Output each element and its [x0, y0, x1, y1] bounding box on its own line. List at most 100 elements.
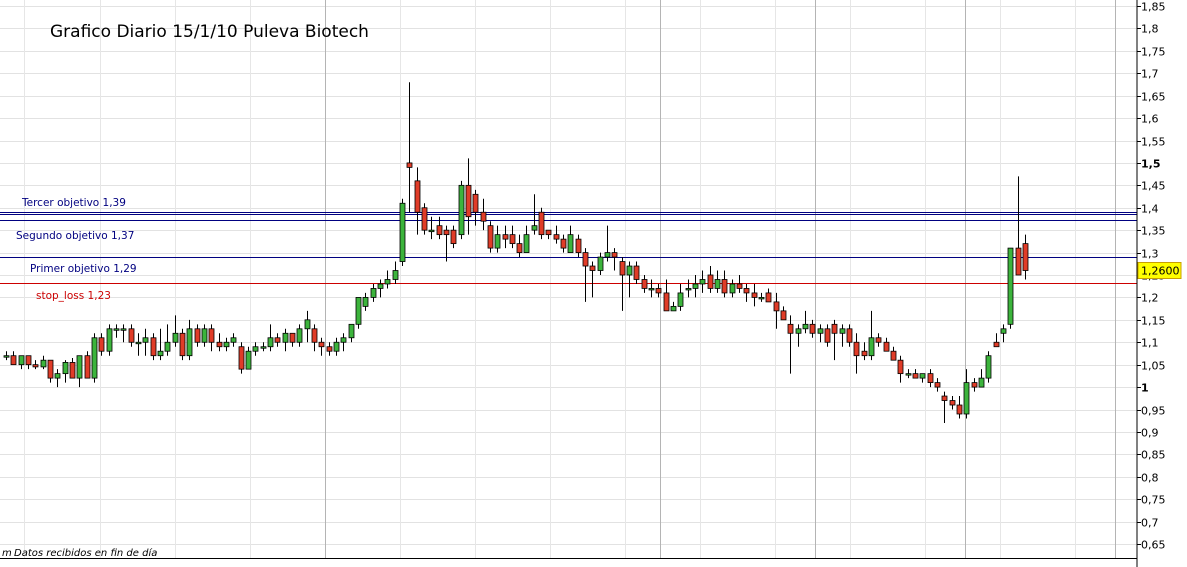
candle	[1007, 247, 1014, 329]
candle	[106, 324, 113, 356]
candle-body-up	[458, 184, 465, 236]
candle-body-down	[956, 404, 963, 415]
candle-body-down	[10, 355, 17, 366]
candle-body-up	[223, 341, 230, 348]
candle-body-up	[919, 373, 926, 379]
candle-body-down	[472, 193, 479, 213]
candle	[985, 351, 992, 383]
y-tick-label: 1,55	[1141, 136, 1166, 149]
candle-body-down	[84, 355, 91, 379]
candle-body-up	[348, 323, 355, 339]
candle-body-down	[465, 184, 472, 218]
last-price-label: 1,2600	[1141, 265, 1180, 278]
candle-body-down	[927, 373, 934, 383]
candle-body-down	[751, 292, 758, 298]
candle-body-down	[993, 341, 1000, 348]
candle-body-down	[641, 279, 648, 289]
candle-body-up	[201, 328, 208, 343]
candle-body-down	[238, 346, 245, 370]
candle-body-up	[1000, 328, 1007, 334]
candle-body-down	[318, 341, 325, 348]
candle	[355, 297, 362, 329]
candle-body-down	[179, 332, 186, 357]
candle-body-up	[985, 355, 992, 379]
candle-body-down	[414, 180, 421, 213]
candle-body-down	[809, 323, 816, 334]
candle-body-down	[934, 382, 941, 388]
candle-body-up	[120, 328, 127, 331]
candle-body-up	[604, 252, 611, 258]
candle-body-up	[76, 355, 83, 379]
candle-body-down	[883, 341, 890, 352]
candle-body-up	[567, 234, 574, 253]
candle-body-up	[677, 292, 684, 307]
candle-body-down	[502, 234, 509, 240]
candle-body-down	[663, 292, 670, 312]
candle-body-up	[18, 355, 25, 366]
y-tick-label: 1,4	[1141, 203, 1159, 216]
candle-body-down	[421, 207, 428, 231]
candle-body-down	[941, 395, 948, 401]
level-label: Tercer objetivo 1,39	[21, 197, 126, 209]
candle-body-down	[274, 337, 281, 343]
candle-body-up	[839, 328, 846, 334]
y-tick-label: 0,75	[1141, 494, 1166, 507]
candle-body-down	[436, 225, 443, 236]
candle-body-up	[91, 337, 98, 379]
candle-body-down	[787, 323, 794, 334]
y-tick-label: 1,6	[1141, 113, 1159, 126]
candle-body-up	[978, 377, 985, 388]
candle-body-down	[516, 243, 523, 253]
candle-body-up	[758, 297, 765, 300]
y-tick-label: 1,3	[1141, 248, 1159, 261]
candle-body-down	[553, 234, 560, 240]
candle-body-up	[54, 373, 61, 379]
y-tick-label: 1,2	[1141, 292, 1159, 305]
y-tick-label: 1,15	[1141, 315, 1166, 328]
y-tick-label: 1,7	[1141, 68, 1159, 81]
candle	[179, 328, 186, 361]
y-tick-label: 1	[1141, 382, 1149, 395]
candle-body-up	[670, 305, 677, 312]
candlestick-chart: Tercer objetivo 1,39 Segundo objetivo 1,3…	[0, 0, 1187, 567]
candle-body-up	[817, 328, 824, 334]
candle-body-up	[304, 319, 311, 330]
y-tick-label: 1,8	[1141, 23, 1159, 36]
candle-body-down	[780, 310, 787, 321]
candle-body-up	[172, 332, 179, 343]
candle-body-up	[3, 355, 10, 358]
candle-body-down	[560, 238, 567, 249]
candle-body-up	[333, 341, 340, 352]
candle-body-down	[509, 234, 516, 245]
candle-body-down	[890, 350, 897, 361]
candle-body-down	[633, 265, 640, 280]
candle-body-up	[531, 225, 538, 231]
candle-body-up	[340, 337, 347, 343]
candle-body-down	[150, 337, 157, 357]
y-tick-label: 1,35	[1141, 225, 1166, 238]
y-tick-label: 0,65	[1141, 539, 1166, 552]
candle-body-up	[523, 234, 530, 253]
candle-body-down	[443, 229, 450, 236]
candle-body-up	[40, 359, 47, 368]
candle-body-up	[370, 288, 377, 298]
y-tick-label: 1,85	[1141, 1, 1166, 14]
candle-body-up	[802, 323, 809, 330]
candle-body-up	[164, 341, 171, 352]
candle-body-down	[846, 328, 853, 343]
candle-body-up	[296, 328, 303, 343]
y-tick-label: 1,5	[1141, 158, 1161, 171]
level-label: Segundo objetivo 1,37	[16, 230, 134, 242]
candle-body-down	[853, 341, 860, 357]
candle-body-down	[69, 362, 76, 379]
candle-body-down	[971, 382, 978, 388]
candle-body-up	[230, 337, 237, 343]
candle-body-down	[25, 355, 32, 366]
last-price-tag: 1,2600	[1137, 262, 1182, 279]
candle	[538, 207, 545, 240]
candle-body-down	[707, 274, 714, 289]
candle-body-down	[589, 265, 596, 271]
candle-body-down	[773, 301, 780, 312]
candle	[487, 221, 494, 253]
candle-body-up	[267, 337, 274, 348]
